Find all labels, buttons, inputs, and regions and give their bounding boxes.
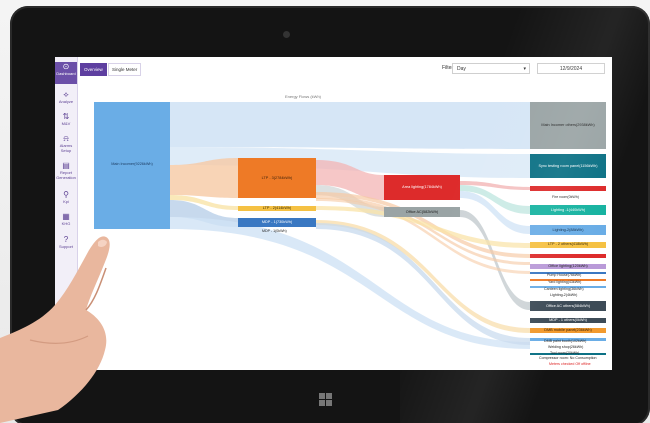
node-ltp-3[interactable]: LTP - 3(2784kWh) [238, 158, 316, 198]
note-compressor: Compressor room: No Consumption [539, 356, 597, 360]
link-main-others [170, 102, 530, 149]
node-mdp-others[interactable]: MDP - 1 others(0kWh) [530, 318, 606, 323]
node-office-ac[interactable]: Office AC(582kWh) [384, 207, 460, 217]
node-main-incomer-label: Main Incomer(9226kWh) [111, 162, 153, 166]
node-mdp[interactable]: MDP - 1(730kWh) [238, 218, 316, 227]
node-dmb-mobile[interactable]: DMB mobile panel(236kWh) [530, 328, 606, 333]
link-main-lower [170, 217, 530, 349]
node-fire-room[interactable] [530, 186, 606, 191]
node-office-lighting[interactable]: Office lighting(120kWh) [530, 264, 606, 269]
node-mdp1-label: MDP - 1(0kWh) [262, 229, 287, 233]
node-main-others[interactable]: Main Incomer others(2938kWh) [530, 102, 606, 149]
node-ltp2-others[interactable]: LTP - 2 others(418kWh) [530, 242, 606, 248]
node-ltp-2[interactable]: LTP - 2(414kWh) [238, 206, 316, 211]
note-offline: Meters checked Off offline [549, 362, 591, 366]
windows-key-icon[interactable] [319, 393, 332, 406]
camera-dot [283, 31, 290, 38]
node-area-lighting[interactable]: Area lighting(1784kWh) [384, 175, 460, 200]
node-welding-label: Welding shop(26kWh) [548, 345, 584, 349]
app-screen: ⊙ Dashboard ⟡ Analyze ⇅ M&V ⍾ Alarms Set… [55, 57, 612, 370]
node-small-red[interactable] [530, 254, 606, 258]
node-main-incomer[interactable]: Main Incomer(9226kWh) [94, 102, 170, 229]
node-lighting-2b-label: Lighting-2(4kWh) [550, 293, 578, 297]
node-lighting-1[interactable]: Lighting -1(440kWh) [530, 205, 606, 215]
photo-scene: ⊙ Dashboard ⟡ Analyze ⇅ M&V ⍾ Alarms Set… [0, 0, 650, 423]
node-sync-testing[interactable]: Sync testing room panel(1156kWh) [530, 154, 606, 178]
node-lighting-2[interactable]: Lighting-2(88kWh) [530, 225, 606, 235]
node-office-ac-others[interactable]: Office AC others(584kWh) [530, 301, 606, 311]
